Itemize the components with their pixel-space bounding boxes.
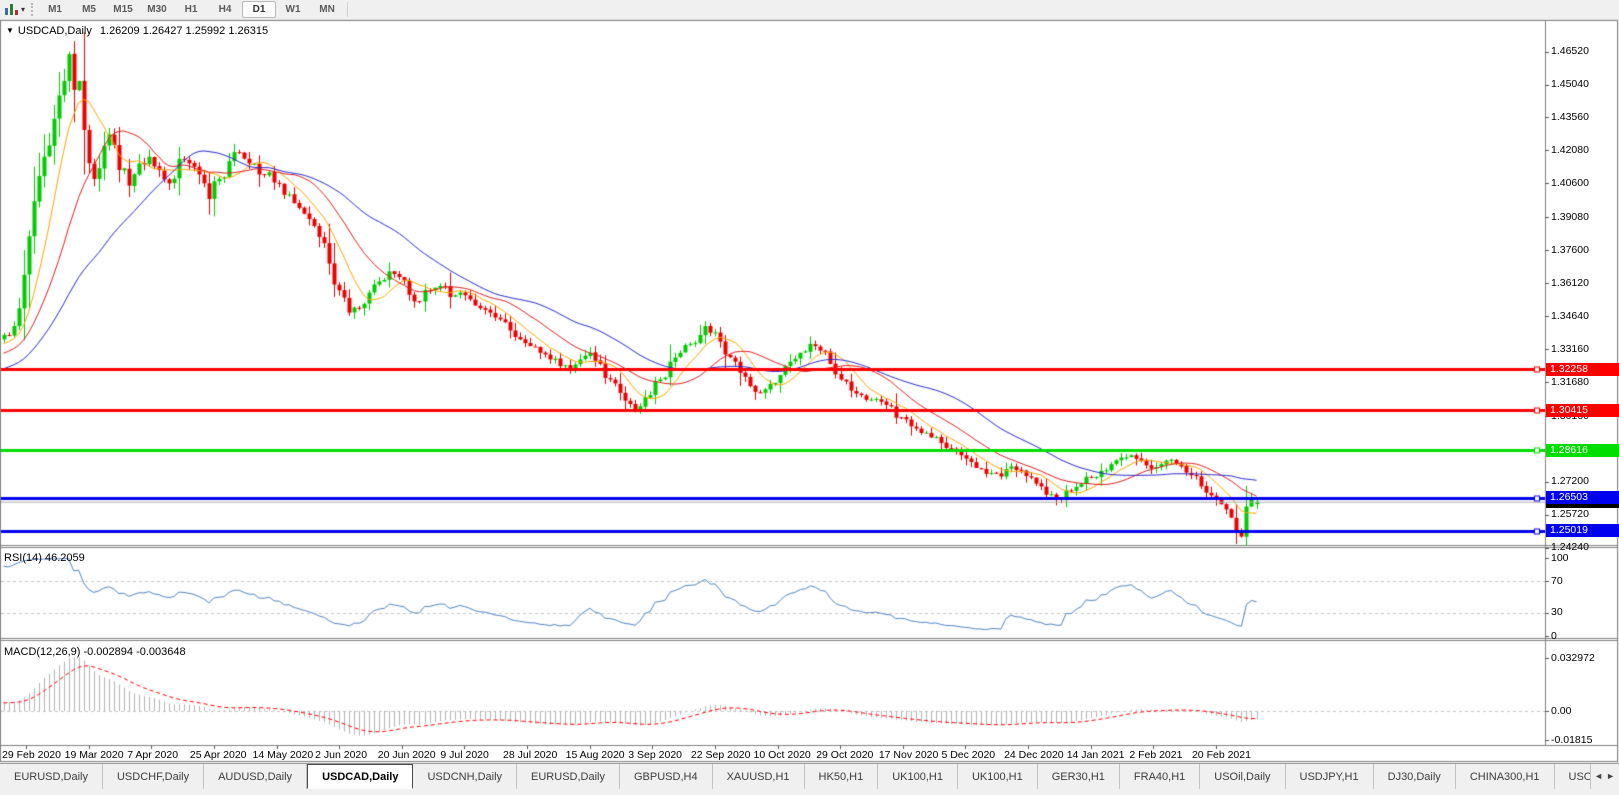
timeframe-button-h1[interactable]: H1 [174, 1, 208, 18]
date-axis-label: 19 Mar 2020 [65, 749, 124, 761]
timeframe-button-m5[interactable]: M5 [72, 1, 106, 18]
toolbar-separator [347, 2, 348, 17]
collapse-triangle-icon[interactable]: ▼ [6, 26, 14, 35]
tab-china300-h1[interactable]: CHINA300,H1 [1456, 764, 1555, 789]
tab-usdchf-daily[interactable]: USDCHF,Daily [103, 764, 204, 789]
rsi-axis-label: 30 [1551, 606, 1563, 618]
price-axis-label: 1.46520 [1551, 45, 1589, 57]
price-axis-label: 1.27200 [1551, 475, 1589, 487]
chart-symbol-label: USDCAD,Daily [18, 25, 92, 37]
date-axis-label: 29 Oct 2020 [816, 749, 873, 761]
level-price-badge: 1.28616 [1546, 444, 1619, 457]
timeframe-button-w1[interactable]: W1 [276, 1, 310, 18]
date-axis-label: 15 Aug 2020 [566, 749, 625, 761]
chart-title: ▼ USDCAD,Daily 1.26209 1.26427 1.25992 1.2… [6, 25, 268, 37]
date-axis-label: 22 Sep 2020 [691, 749, 751, 761]
date-axis-label: 2 Feb 2021 [1129, 749, 1182, 761]
rsi-indicator-label: RSI(14) 46.2059 [4, 552, 85, 564]
price-axis-label: 1.42080 [1551, 144, 1589, 156]
price-axis-label: 1.45040 [1551, 78, 1589, 90]
tab-eurusd-daily[interactable]: EURUSD,Daily [0, 764, 103, 789]
price-axis-label: 1.40600 [1551, 177, 1589, 189]
level-price-badge: 1.26503 [1546, 491, 1619, 504]
date-axis-label: 25 Apr 2020 [190, 749, 247, 761]
level-price-badge: 1.32258 [1546, 363, 1619, 376]
tab-ger30-h1[interactable]: GER30,H1 [1038, 764, 1120, 789]
date-axis-label: 14 May 2020 [253, 749, 314, 761]
timeframe-button-m15[interactable]: M15 [106, 1, 140, 18]
symbol-tab-bar: EURUSD,DailyUSDCHF,DailyAUDUSD,DailyUSDC… [0, 763, 1619, 789]
price-axis-label: 1.31680 [1551, 376, 1589, 388]
rsi-axis-label: 70 [1551, 575, 1563, 587]
rsi-axis-label: 0 [1551, 630, 1557, 642]
tab-uk100-h1[interactable]: UK100,H1 [958, 764, 1038, 789]
tab-usdjpy-h1[interactable]: USDJPY,H1 [1286, 764, 1374, 789]
date-axis-label: 29 Feb 2020 [2, 749, 61, 761]
date-axis-label: 9 Jul 2020 [440, 749, 488, 761]
date-axis-label: 17 Nov 2020 [879, 749, 939, 761]
date-axis-label: 24 Dec 2020 [1004, 749, 1064, 761]
date-axis-label: 28 Jul 2020 [503, 749, 557, 761]
date-axis-label: 7 Apr 2020 [127, 749, 178, 761]
level-price-badge: 1.30415 [1546, 404, 1619, 417]
tab-hk50-h1[interactable]: HK50,H1 [805, 764, 879, 789]
tab-usdcnh-daily[interactable]: USDCNH,Daily [413, 764, 517, 789]
level-price-badge: 1.25019 [1546, 524, 1619, 537]
date-axis-label: 2 Jun 2020 [315, 749, 367, 761]
rsi-axis-label: 100 [1551, 552, 1569, 564]
tab-eurusd-daily[interactable]: EURUSD,Daily [517, 764, 620, 789]
tab-gbpusd-h4[interactable]: GBPUSD,H4 [620, 764, 713, 789]
timeframe-button-m1[interactable]: M1 [38, 1, 72, 18]
price-axis-label: 1.36120 [1551, 277, 1589, 289]
tab-fra40-h1[interactable]: FRA40,H1 [1120, 764, 1200, 789]
chart-ohlc-values: 1.26209 1.26427 1.25992 1.26315 [100, 25, 268, 37]
macd-axis-label: -0.01815 [1551, 734, 1592, 746]
tab-usoil-daily[interactable]: USOil,Daily [1200, 764, 1285, 789]
tab-scroll-left-icon[interactable]: ◄ [1594, 763, 1603, 789]
tab-scroll-right-icon[interactable]: ► [1606, 763, 1615, 789]
tab-usoil[interactable]: USOil, [1555, 764, 1591, 789]
tab-xauusd-h1[interactable]: XAUUSD,H1 [713, 764, 805, 789]
timeframe-button-mn[interactable]: MN [310, 1, 344, 18]
price-axis-label: 1.25720 [1551, 508, 1589, 520]
tab-dj30-daily[interactable]: DJ30,Daily [1374, 764, 1456, 789]
date-axis-label: 20 Feb 2021 [1192, 749, 1251, 761]
price-axis-label: 1.37600 [1551, 244, 1589, 256]
timeframe-button-d1[interactable]: D1 [242, 1, 276, 18]
timeframe-toolbar: ▾ M1M5M15M30H1H4D1W1MN [0, 0, 1619, 20]
chart-canvas[interactable] [0, 0, 1619, 795]
price-axis-label: 1.43560 [1551, 111, 1589, 123]
date-axis-label: 14 Jan 2021 [1067, 749, 1125, 761]
tab-usdcad-daily[interactable]: USDCAD,Daily [307, 764, 413, 789]
date-axis-label: 20 Jun 2020 [378, 749, 436, 761]
date-axis-label: 3 Sep 2020 [628, 749, 682, 761]
price-axis-label: 1.33160 [1551, 343, 1589, 355]
date-axis-label: 10 Oct 2020 [754, 749, 811, 761]
timeframe-button-m30[interactable]: M30 [140, 1, 174, 18]
toolbar-grip[interactable] [31, 3, 33, 16]
date-axis-label: 5 Dec 2020 [941, 749, 995, 761]
price-axis-label: 1.39080 [1551, 211, 1589, 223]
chart-type-icon[interactable] [4, 3, 20, 16]
price-axis-label: 1.34640 [1551, 310, 1589, 322]
macd-axis-label: 0.032972 [1551, 652, 1595, 664]
dropdown-caret-icon[interactable]: ▾ [21, 5, 25, 14]
tab-uk100-h1[interactable]: UK100,H1 [878, 764, 958, 789]
macd-indicator-label: MACD(12,26,9) -0.002894 -0.003648 [4, 646, 186, 658]
tab-audusd-daily[interactable]: AUDUSD,Daily [204, 764, 307, 789]
timeframe-button-h4[interactable]: H4 [208, 1, 242, 18]
macd-axis-label: 0.00 [1551, 705, 1571, 717]
